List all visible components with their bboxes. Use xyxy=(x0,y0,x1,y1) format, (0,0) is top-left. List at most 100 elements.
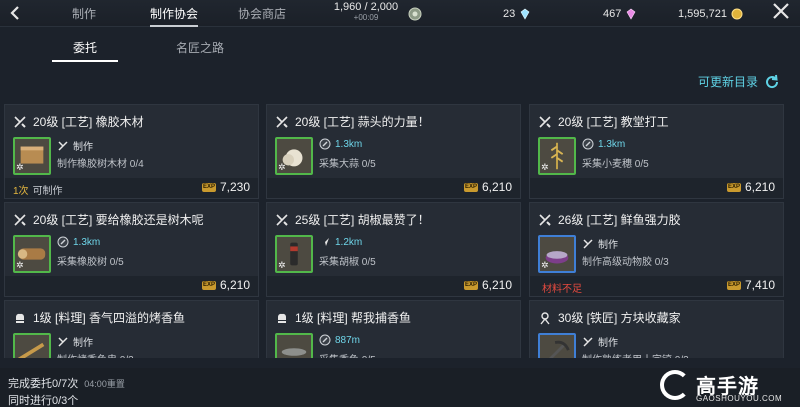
card-action: 887m xyxy=(319,334,360,346)
card-title: 30级 [铁匠] 方块收藏家 xyxy=(538,309,681,326)
card-title: 1级 [料理] 香气四溢的烤香鱼 xyxy=(13,309,185,326)
item-thumbnail[interactable]: ✲ xyxy=(275,137,313,175)
tab-craft[interactable]: 制作 xyxy=(72,0,96,27)
crafting-tools-icon xyxy=(276,213,288,226)
exp-reward-value: 6,210 xyxy=(219,278,250,292)
item-thumbnail[interactable]: ✲ xyxy=(538,333,576,358)
tab-craft-guild[interactable]: 制作协会 xyxy=(150,0,199,27)
location-compass-icon xyxy=(319,138,331,150)
item-thumbnail[interactable]: ✲ xyxy=(275,235,313,273)
item-thumbnail[interactable]: ✲ xyxy=(13,235,51,273)
refresh-list-button[interactable]: 可更新目录 xyxy=(698,73,780,90)
location-compass-icon xyxy=(57,236,69,248)
grade-mark-icon: ✲ xyxy=(278,260,286,270)
gold-amount: 1,595,721 xyxy=(678,7,727,20)
item-thumbnail[interactable]: ✲ xyxy=(538,235,576,273)
item-image-icon xyxy=(281,348,307,356)
card-footer: 材料不足 EXP 7,410 xyxy=(530,276,783,296)
card-action: 制作 xyxy=(582,236,618,251)
card-title: 20级 [工艺] 蒜头的力量！ xyxy=(275,113,430,130)
exp-badge-icon: EXP xyxy=(201,182,216,192)
reset-time: 04:00重置 xyxy=(84,379,125,389)
card-action: 1.2km xyxy=(319,236,362,248)
sub-tabs: 委托 名匠之路 xyxy=(0,28,800,66)
concurrent-status: 同时进行0/3个 xyxy=(8,395,79,407)
pink-diamond-icon xyxy=(626,8,636,20)
card-footer-status: 材料不足 xyxy=(538,280,582,295)
card-footer-status: 1次 可制作 xyxy=(13,182,63,197)
card-action: 1.3km xyxy=(582,138,625,150)
exp-reward: EXP 6,210 xyxy=(726,180,775,194)
location-compass-icon xyxy=(319,334,331,346)
exp-reward: EXP 6,210 xyxy=(463,278,512,292)
card-title: 1级 [料理] 帮我捕香鱼 xyxy=(275,309,411,326)
exp-badge-icon: EXP xyxy=(201,280,216,290)
card-action: 1.3km xyxy=(57,236,100,248)
card-footer-status xyxy=(538,182,542,193)
subtab-commission[interactable]: 委托 xyxy=(30,28,140,66)
card-task: 制作烤香鱼串 0/3 xyxy=(57,351,134,358)
card-task: 采集橡胶树 0/5 xyxy=(57,257,124,268)
commission-card[interactable]: 20级 [工艺] 橡胶木材 ✲ 制作制作橡胶树木材 0/4 1次 可制作 EXP 7,230 xyxy=(4,104,259,199)
craftable-text: 材料不足 xyxy=(542,284,582,295)
craft-hammer-icon xyxy=(583,336,593,347)
exp-reward-value: 6,210 xyxy=(744,180,775,194)
back-arrow-icon xyxy=(10,6,19,20)
card-action-text: 制作 xyxy=(73,142,93,153)
item-thumbnail[interactable]: ✲ xyxy=(538,137,576,175)
exp-reward: EXP 7,410 xyxy=(726,278,775,292)
exp-badge-icon: EXP xyxy=(463,182,478,192)
item-thumbnail[interactable]: ✲ xyxy=(13,137,51,175)
exp-reward-value: 7,230 xyxy=(219,180,250,194)
card-title-text: 20级 [工艺] 蒜头的力量！ xyxy=(295,115,430,129)
card-task: 制作高级动物胶 0/3 xyxy=(582,257,669,268)
completed-status: 完成委托0/7次 04:00重置 xyxy=(8,375,125,391)
commission-card[interactable]: 20级 [工艺] 教堂打工 ✲ 1.3km 采集小麦穗 0/5 EXP 6,210 xyxy=(529,104,784,199)
tab-guild-shop[interactable]: 协会商店 xyxy=(238,0,286,27)
commission-card[interactable]: 25级 [工艺] 胡椒最赞了！ ✲ 1.2km 采集胡椒 0/5 EXP 6,210 xyxy=(266,202,521,297)
card-title: 20级 [工艺] 要给橡胶还是树木呢 xyxy=(13,211,204,228)
item-image-icon xyxy=(548,340,570,358)
craft-hammer-icon xyxy=(58,336,68,347)
card-footer: EXP 6,210 xyxy=(5,276,258,296)
exp-badge-icon: EXP xyxy=(463,280,478,290)
card-footer-status xyxy=(13,280,17,291)
blue-diamond-icon xyxy=(520,8,530,20)
subtab-master-road[interactable]: 名匠之路 xyxy=(140,28,260,66)
back-button[interactable] xyxy=(0,0,30,27)
card-action-text: 1.3km xyxy=(598,138,626,150)
chef-hat-icon xyxy=(15,313,25,323)
grade-mark-icon: ✲ xyxy=(541,162,549,172)
exp-reward: EXP 7,230 xyxy=(201,180,250,194)
card-action-text: 1.2km xyxy=(335,236,363,248)
card-action-text: 887m xyxy=(335,334,361,346)
commission-card[interactable]: 20级 [工艺] 要给橡胶还是树木呢 ✲ 1.3km 采集橡胶树 0/5 EXP 6,21… xyxy=(4,202,259,297)
grade-mark-icon: ✲ xyxy=(16,260,24,270)
storage-indicator: 1,960 / 2,000 +00:09 xyxy=(330,0,402,22)
direction-arrow-icon xyxy=(321,238,329,246)
card-action-text: 1.3km xyxy=(73,236,101,248)
card-task: 制作熟练者用十字镐 0/3 xyxy=(582,351,689,358)
item-thumbnail[interactable]: ✲ xyxy=(13,333,51,358)
card-task: 制作橡胶树木材 0/4 xyxy=(57,159,144,170)
close-button[interactable] xyxy=(772,2,790,24)
commission-card[interactable]: 1级 [料理] 帮我捕香鱼 ✲ 887m 采集香鱼 0/5 xyxy=(266,300,521,358)
commission-card[interactable]: 26级 [工艺] 鲜鱼强力胶 ✲ 制作 制作高级动物胶 0/3 材料不足 EXP 7,410 xyxy=(529,202,784,297)
storage-value: 1,960 / 2,000 xyxy=(333,1,399,13)
commission-card[interactable]: 20级 [工艺] 蒜头的力量！ ✲ 1.3km 采集大蒜 0/5 EXP 6,210 xyxy=(266,104,521,199)
exp-reward: EXP 6,210 xyxy=(463,180,512,194)
crafting-tools-icon xyxy=(276,115,288,128)
card-action: 制作 xyxy=(57,138,93,153)
commission-card[interactable]: 1级 [料理] 香气四溢的烤香鱼 ✲ 制作制作烤香鱼串 0/3 xyxy=(4,300,259,358)
card-footer-status xyxy=(275,182,279,193)
item-thumbnail[interactable]: ✲ xyxy=(275,333,313,358)
storage-icon xyxy=(408,7,422,20)
blacksmith-icon xyxy=(540,311,550,324)
card-action-text: 制作 xyxy=(598,338,618,349)
chef-hat-icon xyxy=(277,313,287,323)
commission-card[interactable]: 30级 [铁匠] 方块收藏家 ✲ 制作制作熟练者用十字镐 0/3 xyxy=(529,300,784,358)
grade-mark-icon: ✲ xyxy=(16,162,24,172)
item-image-icon xyxy=(17,342,45,358)
crafting-tools-icon xyxy=(539,115,551,128)
card-title: 20级 [工艺] 橡胶木材 xyxy=(13,113,144,130)
